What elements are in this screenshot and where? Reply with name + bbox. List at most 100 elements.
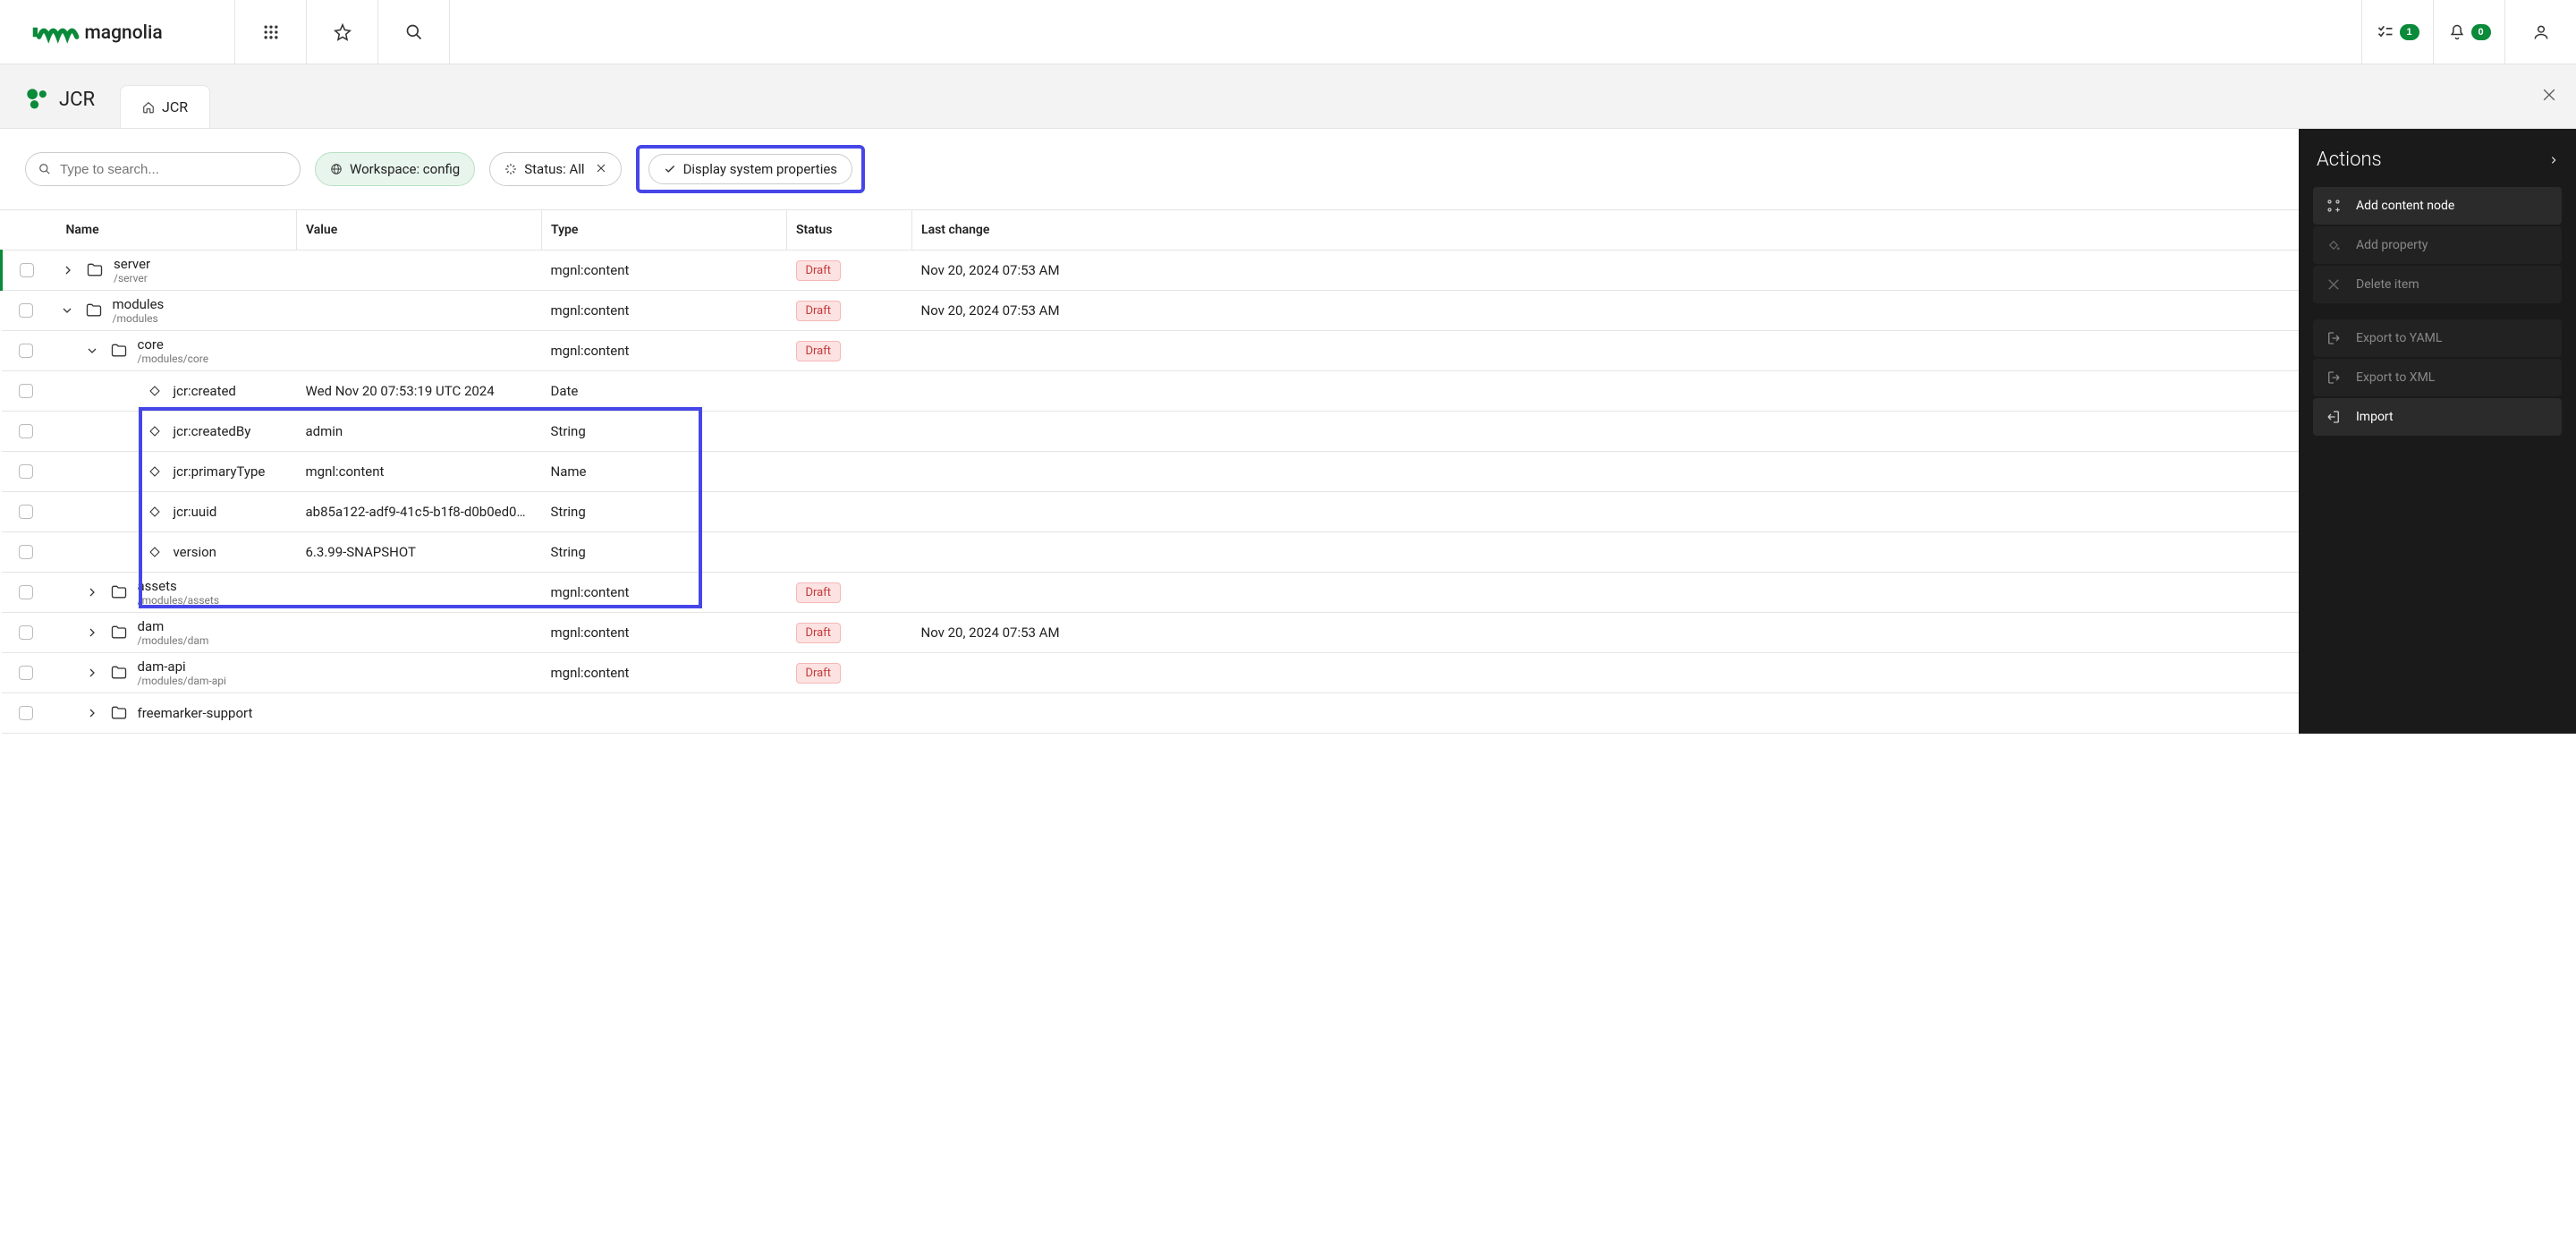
search-icon (38, 163, 51, 175)
export-icon (2326, 330, 2342, 346)
col-value[interactable]: Value (297, 210, 542, 251)
folder-icon (109, 624, 129, 641)
col-type[interactable]: Type (542, 210, 787, 251)
expand-toggle[interactable] (84, 587, 100, 598)
cell-type: String (542, 532, 787, 573)
folder-icon (109, 342, 129, 360)
search-field[interactable] (25, 152, 301, 186)
add-prop-icon (2326, 237, 2342, 253)
cell-type: mgnl:content (542, 613, 787, 653)
cell-status (787, 693, 912, 734)
notifications-button[interactable]: 0 (2433, 0, 2504, 64)
row-checkbox[interactable] (19, 585, 33, 599)
property-row[interactable]: jcr:createdBy admin String (2, 412, 2300, 452)
folder-row[interactable]: freemarker-support (2, 693, 2300, 734)
cell-value: ab85a122-adf9-41c5-b1f8-d0b0ed0… (297, 492, 542, 532)
folder-row[interactable]: modules/modules mgnl:content Draft Nov 2… (2, 291, 2300, 331)
folder-row[interactable]: assets/modules/assets mgnl:content Draft (2, 573, 2300, 613)
status-badge: Draft (796, 623, 842, 643)
expand-toggle[interactable] (84, 708, 100, 718)
row-checkbox[interactable] (19, 464, 33, 479)
folder-row[interactable]: dam-api/modules/dam-api mgnl:content Dra… (2, 653, 2300, 693)
expand-toggle[interactable] (84, 667, 100, 678)
apps-grid-button[interactable] (235, 0, 307, 64)
check-icon (664, 163, 676, 175)
row-checkbox[interactable] (19, 505, 33, 519)
action-label: Delete item (2356, 277, 2419, 292)
tasks-icon (2377, 23, 2394, 41)
expand-toggle[interactable] (84, 627, 100, 638)
folder-row[interactable]: dam/modules/dam mgnl:content Draft Nov 2… (2, 613, 2300, 653)
property-name: version (174, 544, 216, 560)
search-input[interactable] (60, 162, 287, 177)
row-checkbox[interactable] (19, 666, 33, 680)
action-import[interactable]: Import (2313, 398, 2562, 436)
actions-header[interactable]: Actions (2313, 143, 2562, 187)
cell-last-change: Nov 20, 2024 07:53 AM (912, 251, 2300, 291)
property-row[interactable]: jcr:created Wed Nov 20 07:53:19 UTC 2024… (2, 371, 2300, 412)
cell-last-change (912, 693, 2300, 734)
cell-type: String (542, 412, 787, 452)
folder-icon (109, 664, 129, 682)
cell-status: Draft (787, 251, 912, 291)
cell-type: mgnl:content (542, 573, 787, 613)
folder-icon (109, 583, 129, 601)
cell-last-change (912, 653, 2300, 693)
expand-toggle[interactable] (59, 305, 75, 316)
row-checkbox[interactable] (20, 263, 34, 277)
action-delete-item: Delete item (2313, 266, 2562, 303)
status-chip[interactable]: Status: All (489, 152, 621, 186)
row-checkbox[interactable] (19, 545, 33, 559)
cell-value (297, 573, 542, 613)
property-name: jcr:uuid (174, 504, 217, 520)
cell-status: Draft (787, 291, 912, 331)
tasks-badge: 1 (2400, 24, 2419, 40)
cell-value (297, 653, 542, 693)
workspace-chip[interactable]: Workspace: config (315, 152, 475, 186)
folder-icon (84, 302, 104, 319)
action-label: Export to YAML (2356, 331, 2442, 345)
cell-last-change (912, 452, 2300, 492)
action-add-content-node[interactable]: Add content node (2313, 187, 2562, 225)
cell-value (297, 613, 542, 653)
cell-last-change: Nov 20, 2024 07:53 AM (912, 613, 2300, 653)
action-export-to-xml: Export to XML (2313, 359, 2562, 396)
property-icon (145, 546, 165, 558)
node-path: /modules/assets (138, 594, 220, 607)
property-row[interactable]: version 6.3.99-SNAPSHOT String (2, 532, 2300, 573)
expand-toggle[interactable] (84, 345, 100, 356)
action-label: Add content node (2356, 199, 2454, 213)
brand-logo[interactable]: magnolia (0, 0, 235, 64)
row-checkbox[interactable] (19, 344, 33, 358)
row-checkbox[interactable] (19, 424, 33, 438)
favorites-button[interactable] (307, 0, 378, 64)
row-checkbox[interactable] (19, 706, 33, 720)
action-add-property: Add property (2313, 226, 2562, 264)
status-badge: Draft (796, 582, 842, 603)
node-name: assets (138, 578, 220, 594)
display-sys-props-chip[interactable]: Display system properties (648, 154, 852, 184)
property-row[interactable]: jcr:uuid ab85a122-adf9-41c5-b1f8-d0b0ed0… (2, 492, 2300, 532)
tab-jcr[interactable]: JCR (120, 85, 210, 128)
chevron-right-icon (2549, 154, 2558, 166)
cell-value (297, 331, 542, 371)
tasks-button[interactable]: 1 (2361, 0, 2433, 64)
col-status[interactable]: Status (787, 210, 912, 251)
folder-row[interactable]: core/modules/core mgnl:content Draft (2, 331, 2300, 371)
expand-toggle[interactable] (60, 265, 76, 276)
profile-button[interactable] (2504, 0, 2576, 64)
status-clear[interactable] (596, 161, 606, 177)
col-last-change[interactable]: Last change (912, 210, 2300, 251)
row-checkbox[interactable] (19, 384, 33, 398)
property-row[interactable]: jcr:primaryType mgnl:content Name (2, 452, 2300, 492)
row-checkbox[interactable] (19, 303, 33, 318)
action-label: Import (2356, 410, 2394, 424)
workspace-label: Workspace: config (350, 161, 460, 177)
close-app-button[interactable] (2540, 86, 2558, 106)
row-checkbox[interactable] (19, 625, 33, 640)
actions-title: Actions (2317, 149, 2382, 171)
search-button[interactable] (378, 0, 450, 64)
user-icon (2532, 23, 2550, 41)
col-name[interactable]: Name (2, 210, 297, 251)
folder-row[interactable]: server/server mgnl:content Draft Nov 20,… (2, 251, 2300, 291)
